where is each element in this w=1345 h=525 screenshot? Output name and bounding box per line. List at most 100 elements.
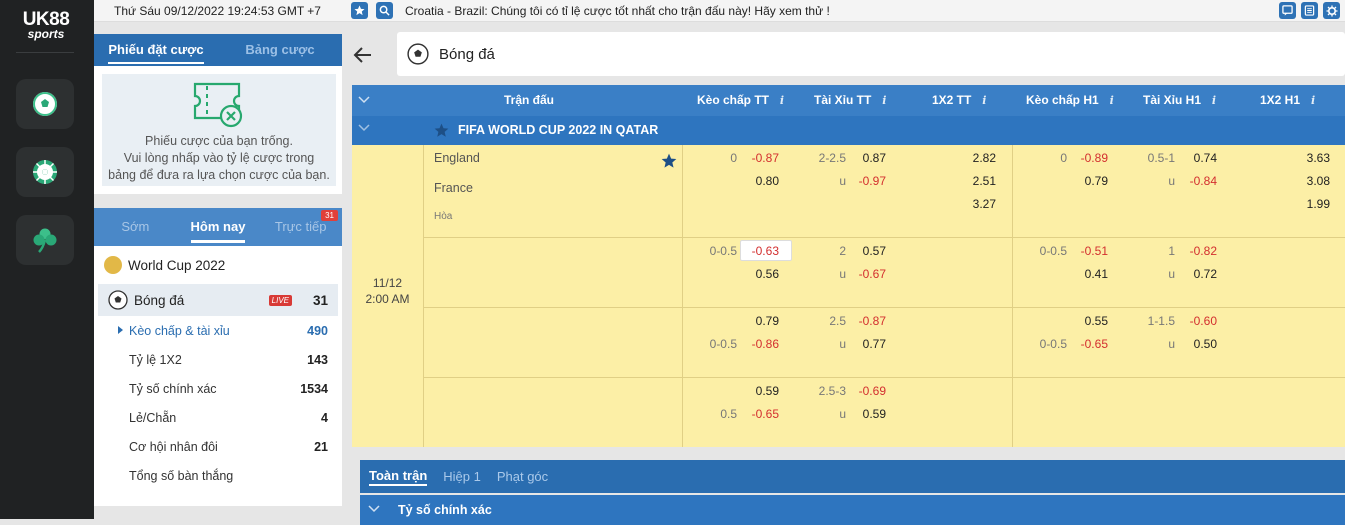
odds-cell[interactable]: 0.77 (836, 337, 886, 351)
tab-bet-list[interactable]: Bảng cược (218, 34, 342, 66)
draw-label: Hòa (434, 211, 453, 222)
odds-cell[interactable]: 0.72 (1167, 267, 1217, 281)
league-name: FIFA WORLD CUP 2022 IN QATAR (458, 123, 659, 137)
team-home[interactable]: England (434, 151, 480, 165)
odds-cell[interactable]: 0.74 (1167, 151, 1217, 165)
page-title: Bóng đá (439, 45, 495, 63)
odds-cell[interactable]: 0.56 (729, 267, 779, 281)
menu-item-odd-even[interactable]: Lẻ/Chẵn 4 (94, 403, 342, 432)
odds-cell[interactable]: 0.87 (836, 151, 886, 165)
chevron-down-icon[interactable] (368, 505, 380, 513)
odds-cell[interactable]: 2.82 (946, 151, 996, 165)
tab-early[interactable]: Sớm (94, 208, 177, 246)
live-count-badge: 31 (321, 210, 338, 221)
odds-cell[interactable]: 3.63 (1280, 151, 1330, 165)
odds-cell[interactable]: -0.89 (1058, 151, 1108, 165)
info-icon[interactable]: i (777, 94, 787, 107)
league-row[interactable]: FIFA WORLD CUP 2022 IN QATAR (352, 116, 1345, 145)
odds-cell[interactable]: 0.57 (836, 244, 886, 258)
odds-cell[interactable]: 0.50 (1167, 337, 1217, 351)
odds-cell[interactable]: 0.59 (729, 384, 779, 398)
document-icon[interactable] (1301, 2, 1318, 19)
odds-cell[interactable]: 3.08 (1280, 174, 1330, 188)
bet-slip-empty: Phiếu cược của bạn trống. Vui lòng nhấp … (102, 74, 336, 186)
menu-item-total-goals[interactable]: Tổng số bàn thắng (94, 461, 342, 490)
sport-football[interactable]: Bóng đá LIVE 31 (98, 284, 338, 316)
info-icon[interactable]: i (1209, 94, 1219, 107)
date-tabs: Sớm Hôm nay Trực tiếp 31 (94, 208, 342, 246)
tab-today[interactable]: Hôm nay (177, 208, 260, 246)
info-icon[interactable]: i (979, 94, 989, 107)
col-1x2-ft: 1X2 TT i (932, 93, 989, 107)
odds-grid: 11/12 2:00 AM England France Hòa 0 -0.87… (352, 145, 1345, 447)
odds-cell[interactable]: -0.60 (1167, 314, 1217, 328)
announcement-marquee[interactable]: Croatia - Brazil: Chúng tôi có tỉ lệ cượ… (405, 4, 830, 18)
info-icon[interactable]: i (1308, 94, 1318, 107)
clover-icon[interactable] (16, 215, 74, 265)
odds-cell[interactable]: 0.59 (836, 407, 886, 421)
odds-cell[interactable]: 3.27 (946, 197, 996, 211)
info-icon[interactable]: i (879, 94, 889, 107)
tab-first-half[interactable]: Hiệp 1 (443, 469, 481, 484)
sport-header: Bóng đá (397, 32, 1345, 76)
col-hdp-ft: Kèo chấp TT i (697, 93, 787, 107)
chat-icon[interactable] (1279, 2, 1296, 19)
star-icon[interactable] (434, 123, 449, 138)
col-1x2-h1: 1X2 H1 i (1260, 93, 1318, 107)
world-cup-link[interactable]: World Cup 2022 (94, 246, 342, 284)
odds-cell[interactable]: 1.99 (1280, 197, 1330, 211)
odds-cell[interactable]: -0.87 (729, 151, 779, 165)
odds-cell[interactable]: -0.87 (836, 314, 886, 328)
tab-corners[interactable]: Phạt góc (497, 469, 548, 484)
odds-cell[interactable]: -0.63 (729, 244, 779, 258)
left-panel: Phiếu đặt cược Bảng cược Phiếu cược của … (94, 34, 342, 506)
menu-item-handicap-ou[interactable]: Kèo chấp & tài xỉu 490 (94, 316, 342, 345)
left-nav: UK88 sports (0, 0, 94, 519)
tab-full-time[interactable]: Toàn trận (369, 468, 428, 486)
odds-cell[interactable]: -0.51 (1058, 244, 1108, 258)
odds-cell[interactable]: -0.97 (836, 174, 886, 188)
sport-count: 31 (312, 292, 328, 308)
odds-cell[interactable]: -0.82 (1167, 244, 1217, 258)
correct-score-section[interactable]: Tỷ số chính xác (360, 495, 1345, 525)
col-match: Trận đấu (504, 93, 555, 107)
menu-item-1x2[interactable]: Tỷ lệ 1X2 143 (94, 345, 342, 374)
roulette-wheel-icon[interactable] (16, 147, 74, 197)
odds-cell[interactable]: -0.65 (1058, 337, 1108, 351)
chevron-down-icon[interactable] (358, 96, 370, 104)
favorite-star-icon[interactable] (661, 153, 677, 169)
bet-slip-tabs: Phiếu đặt cược Bảng cược (94, 34, 342, 66)
team-away[interactable]: France (434, 181, 473, 195)
sport-menu: Sớm Hôm nay Trực tiếp 31 World Cup 2022 … (94, 208, 342, 506)
odds-cell[interactable]: 0.55 (1058, 314, 1108, 328)
chevron-down-icon[interactable] (358, 124, 370, 132)
favorite-star-icon[interactable] (351, 2, 368, 19)
odds-cell[interactable]: -0.84 (1167, 174, 1217, 188)
odds-cell[interactable]: -0.67 (836, 267, 886, 281)
datetime: Thứ Sáu 09/12/2022 19:24:53 GMT +7 (114, 4, 321, 18)
tab-bet-slip[interactable]: Phiếu đặt cược (94, 34, 218, 66)
odds-cell[interactable]: -0.69 (836, 384, 886, 398)
odds-cell[interactable]: 0.80 (729, 174, 779, 188)
brand-logo[interactable]: UK88 sports (14, 10, 78, 40)
odds-cell[interactable]: 0.79 (729, 314, 779, 328)
match-datetime: 11/12 2:00 AM (365, 276, 410, 306)
trophy-icon (104, 256, 122, 274)
settings-gear-icon[interactable] (1323, 2, 1340, 19)
col-ou-h1: Tài Xỉu H1 i (1143, 93, 1219, 107)
search-icon[interactable] (376, 2, 393, 19)
info-icon[interactable]: i (1107, 94, 1117, 107)
back-arrow-icon[interactable] (352, 44, 374, 66)
odds-cell[interactable]: 0.79 (1058, 174, 1108, 188)
odds-cell[interactable]: 0.41 (1058, 267, 1108, 281)
odds-cell[interactable]: -0.86 (729, 337, 779, 351)
soccer-ball-icon[interactable] (16, 79, 74, 129)
menu-item-correct-score[interactable]: Tỷ số chính xác 1534 (94, 374, 342, 403)
live-badge: LIVE (268, 294, 292, 306)
odds-cell[interactable]: -0.65 (729, 407, 779, 421)
empty-ticket-icon (193, 82, 243, 128)
empty-text-1: Phiếu cược của bạn trống. (145, 134, 293, 148)
col-ou-ft: Tài Xỉu TT i (814, 93, 889, 107)
menu-item-double-chance[interactable]: Cơ hội nhân đôi 21 (94, 432, 342, 461)
odds-cell[interactable]: 2.51 (946, 174, 996, 188)
